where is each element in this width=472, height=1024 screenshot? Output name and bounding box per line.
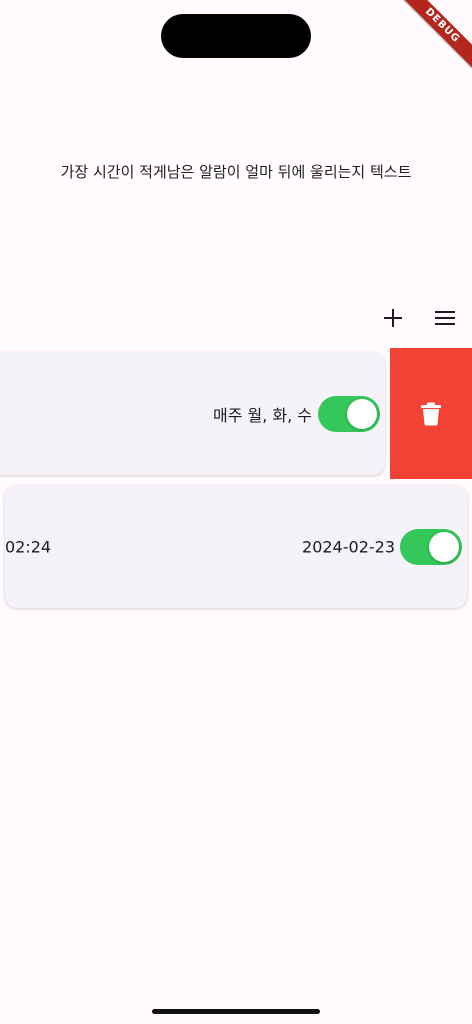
alarm-enabled-toggle[interactable] xyxy=(400,528,462,565)
hamburger-menu-icon xyxy=(435,311,455,325)
alarm-card[interactable]: 02:24 2024-02-23 xyxy=(5,485,467,608)
debug-banner: DEBUG xyxy=(382,0,472,90)
alarm-time: 02:24 xyxy=(5,537,52,556)
plus-icon xyxy=(384,309,402,327)
toggle-knob xyxy=(347,398,377,429)
alarm-card[interactable]: 매주 월, 화, 수 xyxy=(0,352,385,475)
next-alarm-text: 가장 시간이 적게남은 알람이 얼마 뒤에 울리는지 텍스트 xyxy=(60,163,412,181)
home-indicator[interactable] xyxy=(152,1009,320,1014)
toggle-knob xyxy=(429,531,459,562)
alarm-repeat-days: 매주 월, 화, 수 xyxy=(212,405,312,425)
trash-icon xyxy=(421,402,441,425)
menu-button[interactable] xyxy=(429,302,461,334)
delete-action[interactable] xyxy=(390,348,472,479)
alarm-enabled-toggle[interactable] xyxy=(318,395,380,432)
add-alarm-button[interactable] xyxy=(377,302,409,334)
debug-banner-label: DEBUG xyxy=(393,0,472,75)
alarm-date: 2024-02-23 xyxy=(302,537,395,556)
dynamic-island xyxy=(161,14,311,58)
